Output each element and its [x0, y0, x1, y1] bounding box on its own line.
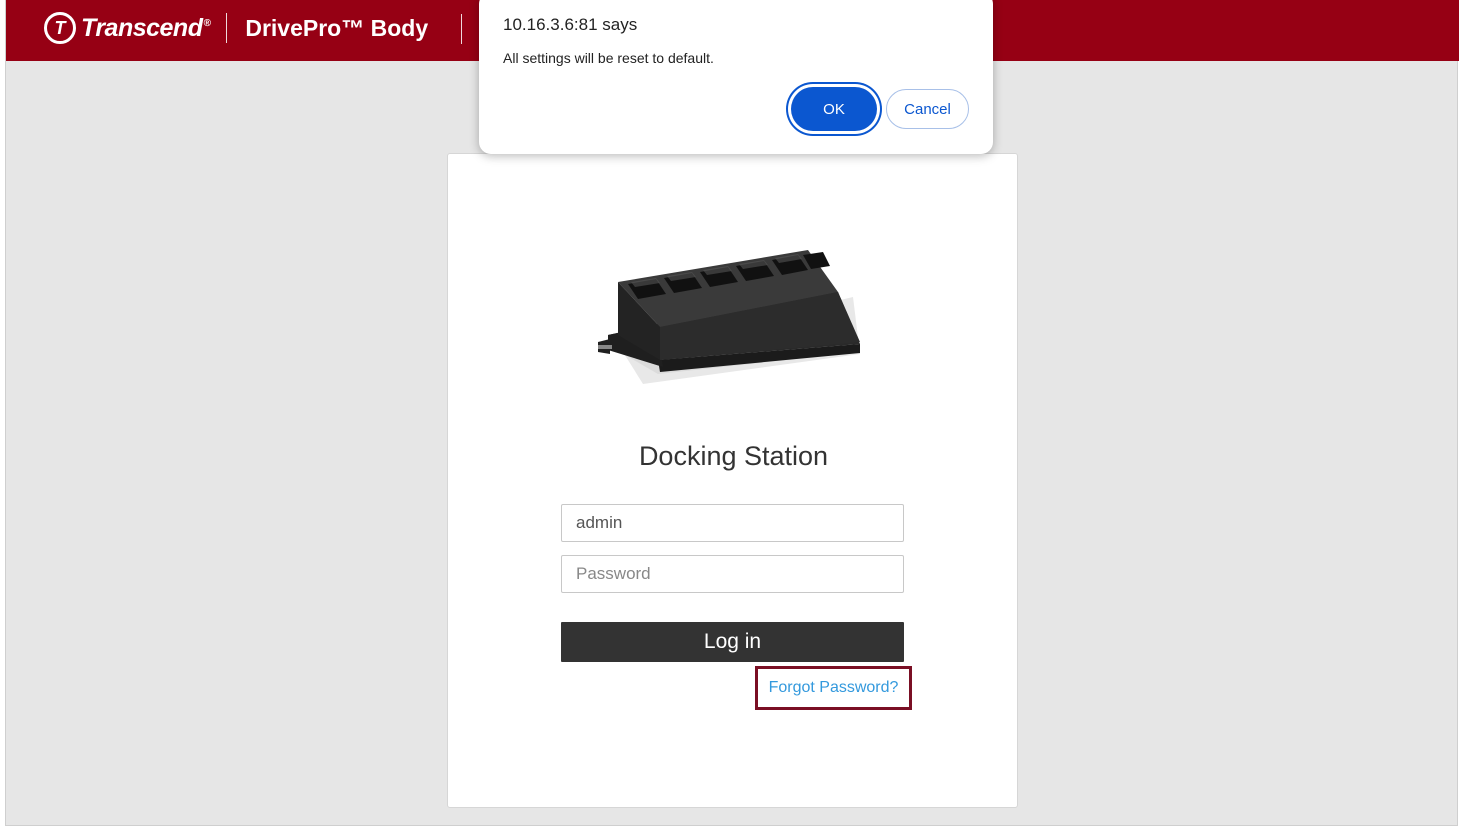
page-title: Docking Station — [638, 441, 829, 471]
password-input[interactable] — [561, 555, 904, 593]
brand: T Transcend® DrivePro™ Body — [44, 10, 428, 46]
dialog-origin: 10.16.3.6:81 says — [503, 15, 638, 34]
forgot-password-link[interactable]: Forgot Password? — [769, 679, 899, 697]
dialog-message: All settings will be reset to default. — [503, 50, 714, 66]
cancel-button[interactable]: Cancel — [886, 89, 969, 129]
header-divider-right — [461, 14, 462, 44]
confirm-dialog: 10.16.3.6:81 says All settings will be r… — [479, 0, 993, 154]
docking-station-image — [598, 250, 866, 387]
username-input[interactable] — [561, 504, 904, 542]
browser-viewport: T Transcend® DrivePro™ Body Docking Stat… — [5, 0, 1459, 826]
brand-name: Transcend® — [81, 13, 211, 43]
brand-name-text: Transcend — [81, 13, 203, 42]
login-card: Docking Station Log in Forgot Password? — [447, 153, 1018, 808]
ok-button[interactable]: OK — [791, 87, 877, 131]
product-name: DrivePro™ Body — [245, 14, 429, 41]
brand-registered-mark: ® — [203, 18, 211, 30]
login-button[interactable]: Log in — [561, 622, 904, 662]
header-divider — [226, 13, 228, 43]
transcend-logo-icon: T — [44, 12, 76, 44]
forgot-password-highlight: Forgot Password? — [755, 666, 912, 710]
